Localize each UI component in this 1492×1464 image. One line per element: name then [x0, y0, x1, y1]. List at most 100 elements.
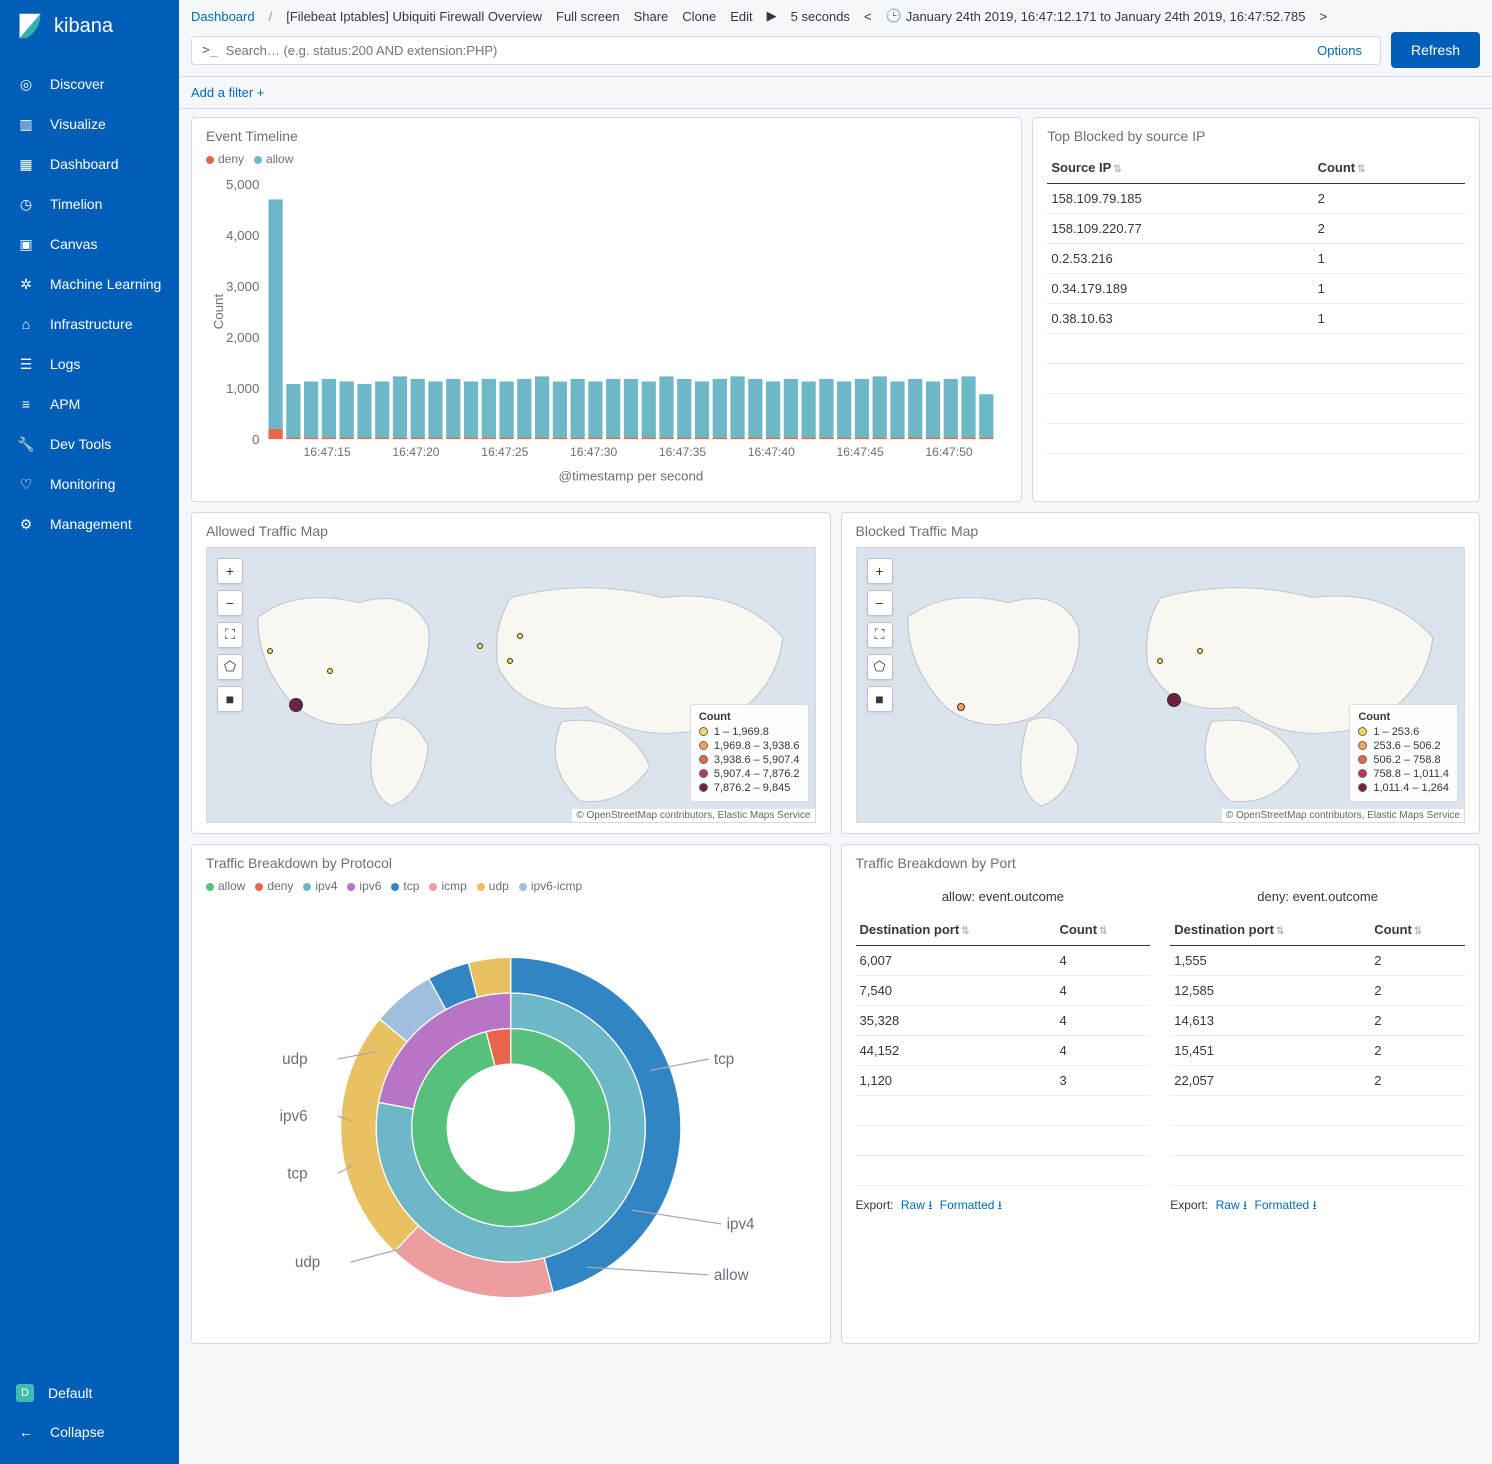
table-row[interactable]: 1,5552	[1170, 945, 1465, 975]
zoom-out-icon[interactable]: −	[867, 590, 893, 616]
edit-button[interactable]: Edit	[730, 9, 752, 24]
rectangle-icon[interactable]: ■	[217, 686, 243, 712]
table-row[interactable]: 35,3284	[856, 1005, 1151, 1035]
col-count[interactable]: Count⇅	[1055, 914, 1150, 946]
polygon-icon[interactable]: ⬠	[867, 654, 893, 680]
map-point[interactable]	[1167, 693, 1181, 707]
add-filter-link[interactable]: Add a filter +	[191, 85, 264, 100]
legend-item[interactable]: allow	[206, 879, 245, 893]
legend-item[interactable]: 1 – 253.6	[1358, 725, 1449, 739]
map-point[interactable]	[477, 643, 483, 649]
col-source-ip[interactable]: Source IP⇅	[1047, 152, 1313, 184]
nav-apm[interactable]: ≡APM	[0, 384, 179, 424]
table-row[interactable]: 15,4512	[1170, 1035, 1465, 1065]
legend-item[interactable]: ipv4	[303, 879, 337, 893]
breadcrumb-root[interactable]: Dashboard	[191, 9, 255, 24]
map-point[interactable]	[507, 658, 513, 664]
nav-ml[interactable]: ✲Machine Learning	[0, 264, 179, 304]
nav-canvas[interactable]: ▣Canvas	[0, 224, 179, 264]
next-time-icon[interactable]: >	[1319, 9, 1327, 24]
table-row[interactable]: 0.38.10.631	[1047, 304, 1465, 334]
col-port[interactable]: Destination port⇅	[856, 914, 1056, 946]
table-row[interactable]: 22,0572	[1170, 1065, 1465, 1095]
fit-icon[interactable]: ⛶	[217, 622, 243, 648]
options-link[interactable]: Options	[1317, 43, 1362, 58]
legend-item[interactable]: udp	[477, 879, 509, 893]
panel-title: Allowed Traffic Map	[206, 523, 816, 539]
nav-timelion[interactable]: ◷Timelion	[0, 184, 179, 224]
nav-default-space[interactable]: DDefault	[0, 1374, 179, 1412]
nav-management[interactable]: ⚙Management	[0, 504, 179, 544]
map-point[interactable]	[267, 648, 273, 654]
allowed-traffic-map[interactable]: + − ⛶ ⬠ ■ Count 1 – 1,969.81,969.8 – 3,9…	[206, 547, 816, 823]
table-row[interactable]: 12,5852	[1170, 975, 1465, 1005]
searchbar[interactable]: >_ Options	[191, 36, 1381, 65]
export-formatted-link[interactable]: Formatted ⭳	[940, 1198, 1002, 1212]
export-formatted-link[interactable]: Formatted ⭳	[1255, 1198, 1317, 1212]
search-input[interactable]	[226, 43, 1318, 58]
legend-deny[interactable]: deny	[206, 152, 244, 166]
refresh-button[interactable]: Refresh	[1391, 32, 1480, 68]
col-count[interactable]: Count⇅	[1314, 152, 1465, 184]
table-row[interactable]: 14,6132	[1170, 1005, 1465, 1035]
legend-item[interactable]: icmp	[429, 879, 466, 893]
map-point[interactable]	[327, 668, 333, 674]
nav-dashboard[interactable]: ▦Dashboard	[0, 144, 179, 184]
nav-infrastructure[interactable]: ⌂Infrastructure	[0, 304, 179, 344]
legend-item[interactable]: 1,011.4 – 1,264	[1358, 781, 1449, 795]
nav-devtools[interactable]: 🔧Dev Tools	[0, 424, 179, 464]
legend-item[interactable]: 253.6 – 506.2	[1358, 739, 1449, 753]
rectangle-icon[interactable]: ■	[867, 686, 893, 712]
legend-item[interactable]: 1 – 1,969.8	[699, 725, 800, 739]
share-button[interactable]: Share	[634, 9, 669, 24]
table-row[interactable]: 1,1203	[856, 1065, 1151, 1095]
zoom-in-icon[interactable]: +	[217, 558, 243, 584]
event-timeline-chart[interactable]: 01,0002,0003,0004,0005,000Count16:47:151…	[206, 172, 1007, 488]
map-point[interactable]	[957, 703, 965, 711]
table-row[interactable]: 7,5404	[856, 975, 1151, 1005]
logo[interactable]: kibana	[0, 0, 179, 52]
legend-item[interactable]: 506.2 – 758.8	[1358, 753, 1449, 767]
nav-monitoring[interactable]: ♡Monitoring	[0, 464, 179, 504]
legend-item[interactable]: deny	[255, 879, 293, 893]
play-icon[interactable]: ▶	[767, 8, 777, 24]
nav-collapse[interactable]: ←Collapse	[0, 1412, 179, 1452]
blocked-traffic-map[interactable]: + − ⛶ ⬠ ■ Count 1 – 253.6253.6 – 506.250…	[856, 547, 1466, 823]
table-row[interactable]: 0.34.179.1891	[1047, 274, 1465, 304]
map-point[interactable]	[289, 698, 303, 712]
map-point[interactable]	[1197, 648, 1203, 654]
export-raw-link[interactable]: Raw ⭳	[1216, 1198, 1248, 1212]
col-count[interactable]: Count⇅	[1370, 914, 1465, 946]
nav-visualize[interactable]: ▥Visualize	[0, 104, 179, 144]
map-point[interactable]	[517, 633, 523, 639]
legend-item[interactable]: 1,969.8 – 3,938.6	[699, 739, 800, 753]
protocol-donut-chart[interactable]: tcpipv4allowudptcpipv6udp	[206, 899, 816, 1331]
legend-item[interactable]: 5,907.4 – 7,876.2	[699, 767, 800, 781]
export-raw-link[interactable]: Raw ⭳	[901, 1198, 933, 1212]
time-range[interactable]: 🕒January 24th 2019, 16:47:12.171 to Janu…	[886, 8, 1306, 24]
fullscreen-button[interactable]: Full screen	[556, 9, 620, 24]
map-point[interactable]	[1157, 658, 1163, 664]
zoom-out-icon[interactable]: −	[217, 590, 243, 616]
fit-icon[interactable]: ⛶	[867, 622, 893, 648]
table-row[interactable]: 44,1524	[856, 1035, 1151, 1065]
legend-allow[interactable]: allow	[254, 152, 293, 166]
legend-item[interactable]: 758.8 – 1,011.4	[1358, 767, 1449, 781]
nav-logs[interactable]: ☰Logs	[0, 344, 179, 384]
polygon-icon[interactable]: ⬠	[217, 654, 243, 680]
legend-item[interactable]: ipv6	[347, 879, 381, 893]
prev-time-icon[interactable]: <	[864, 9, 872, 24]
table-row[interactable]: 158.109.79.1852	[1047, 184, 1465, 214]
zoom-in-icon[interactable]: +	[867, 558, 893, 584]
legend-item[interactable]: tcp	[391, 879, 419, 893]
legend-item[interactable]: 3,938.6 – 5,907.4	[699, 753, 800, 767]
table-row[interactable]: 6,0074	[856, 945, 1151, 975]
legend-item[interactable]: ipv6-icmp	[519, 879, 582, 893]
refresh-interval[interactable]: 5 seconds	[791, 9, 850, 24]
table-row[interactable]: 158.109.220.772	[1047, 214, 1465, 244]
nav-discover[interactable]: ◎Discover	[0, 64, 179, 104]
clone-button[interactable]: Clone	[682, 9, 716, 24]
table-row[interactable]: 0.2.53.2161	[1047, 244, 1465, 274]
legend-item[interactable]: 7,876.2 – 9,845	[699, 781, 800, 795]
col-port[interactable]: Destination port⇅	[1170, 914, 1370, 946]
